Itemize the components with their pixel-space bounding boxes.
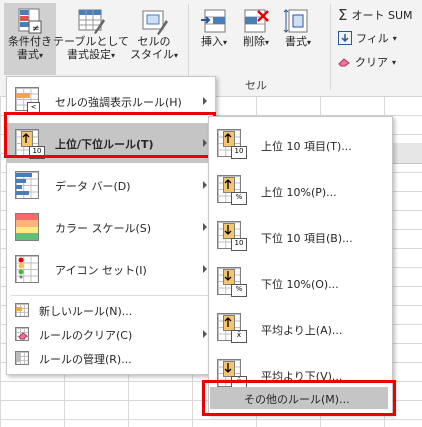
- conditional-formatting-button[interactable]: ≠ 条件付き 書式▾: [4, 3, 56, 75]
- badge-label: 10: [231, 146, 247, 159]
- color-scales-icon: [15, 213, 41, 241]
- above-average-icon: x̄: [217, 313, 247, 345]
- insert-button[interactable]: 挿入▾: [194, 3, 234, 63]
- autosum-button[interactable]: Σ オート SUM: [338, 6, 413, 24]
- svg-text:≠: ≠: [32, 24, 40, 34]
- delete-label: 削除: [242, 35, 265, 48]
- icon-sets-icon: [15, 255, 41, 283]
- top-10-items-icon: 10: [217, 129, 247, 161]
- highlight-box-top-bottom: [4, 112, 216, 158]
- top-10-percent-icon: %: [217, 175, 247, 207]
- bottom-10-percent-icon: %: [217, 267, 247, 299]
- submenu-item-label: 上位 10 項目(T)...: [261, 140, 352, 153]
- clear-button[interactable]: クリア ▾: [338, 54, 396, 70]
- group-separator: [330, 4, 331, 90]
- menu-separator: [11, 295, 211, 296]
- menu-item-label: セルの強調表示ルール(H): [55, 96, 182, 109]
- submenu-item-top-10-percent[interactable]: % 上位 10%(P)...: [209, 169, 392, 213]
- submenu-item-label: 上位 10%(P)...: [261, 186, 337, 199]
- eraser-icon: [338, 57, 351, 67]
- submenu-arrow-icon: [203, 330, 207, 338]
- cell-styles-label-2: スタイル: [129, 48, 174, 61]
- submenu-item-top-10-items[interactable]: 10 上位 10 項目(T)...: [209, 123, 392, 167]
- top-bottom-rules-submenu: 10 上位 10 項目(T)... % 上位 10%(P)... 10 下位 1…: [208, 116, 393, 414]
- submenu-item-above-average[interactable]: x̄ 平均より上(A)...: [209, 307, 392, 351]
- menu-item-label: 新しいルール(N)...: [39, 305, 133, 318]
- autosum-label: オート SUM: [351, 9, 413, 22]
- chevron-down-icon: ▾: [173, 51, 178, 60]
- menu-item-clear-rules[interactable]: ルールのクリア(C): [7, 323, 215, 345]
- badge-label: %: [231, 284, 247, 297]
- submenu-item-bottom-10-percent[interactable]: % 下位 10%(O)...: [209, 261, 392, 305]
- submenu-arrow-icon: [203, 181, 207, 189]
- chevron-down-icon: ▾: [222, 38, 227, 47]
- insert-label: 挿入: [200, 35, 223, 48]
- badge-label: %: [231, 192, 247, 205]
- bottom-10-items-icon: 10: [217, 221, 247, 253]
- conditional-formatting-label-1: 条件付き: [8, 35, 52, 48]
- chevron-down-icon: ▾: [110, 51, 115, 60]
- menu-item-icon-sets[interactable]: アイコン セット(I): [7, 249, 215, 289]
- chevron-down-icon: ▾: [392, 33, 397, 43]
- submenu-item-label: 平均より上(A)...: [261, 324, 343, 337]
- menu-item-label: アイコン セット(I): [55, 264, 147, 277]
- data-bars-icon: [15, 171, 41, 199]
- menu-item-color-scales[interactable]: カラー スケール(S): [7, 207, 215, 247]
- clear-label: クリア: [355, 56, 388, 69]
- submenu-item-label: 下位 10%(O)...: [261, 278, 339, 291]
- menu-item-label: ルールのクリア(C): [39, 329, 133, 342]
- sigma-icon: Σ: [338, 6, 348, 24]
- chevron-down-icon: ▾: [38, 51, 43, 60]
- chevron-down-icon: ▾: [392, 57, 397, 67]
- menu-item-new-rule[interactable]: 新しいルール(N)...: [7, 299, 215, 321]
- delete-button[interactable]: 削除▾: [236, 3, 276, 63]
- conditional-formatting-label-2: 書式: [16, 48, 39, 61]
- menu-item-label: ルールの管理(R)...: [39, 353, 132, 366]
- highlight-rules-icon: <: [15, 87, 41, 115]
- chevron-down-icon: ▾: [306, 38, 311, 47]
- menu-item-data-bars[interactable]: データ バー(D): [7, 165, 215, 205]
- format-button[interactable]: 書式▾: [278, 3, 318, 63]
- delete-cells-icon: [241, 7, 271, 35]
- menu-item-manage-rules[interactable]: ルールの管理(R)...: [7, 347, 215, 369]
- cells-group-label: セル: [245, 79, 267, 92]
- manage-rules-icon: [15, 351, 29, 365]
- menu-item-label: カラー スケール(S): [55, 222, 152, 235]
- menu-item-label: データ バー(D): [55, 180, 131, 193]
- submenu-item-bottom-10-items[interactable]: 10 下位 10 項目(B)...: [209, 215, 392, 259]
- format-label: 書式: [284, 35, 307, 48]
- format-as-table-icon: [76, 7, 106, 35]
- submenu-arrow-icon: [203, 265, 207, 273]
- badge-label: x̄: [231, 330, 247, 343]
- clear-rules-icon: [15, 327, 29, 341]
- new-rule-icon: [15, 303, 29, 317]
- format-cells-icon: [283, 7, 313, 35]
- insert-cells-icon: [199, 7, 229, 35]
- cell-styles-button[interactable]: セルの スタイル▾: [126, 3, 182, 75]
- chevron-down-icon: ▾: [264, 38, 269, 47]
- submenu-arrow-icon: [203, 97, 207, 105]
- conditional-formatting-icon: ≠: [15, 7, 45, 35]
- fill-button[interactable]: フィル ▾: [338, 30, 397, 46]
- format-as-table-label-2: 書式設定: [66, 48, 111, 61]
- badge-label: 10: [231, 238, 247, 251]
- cell-styles-icon: [139, 7, 169, 35]
- highlight-box-more-rules: [202, 380, 396, 416]
- submenu-arrow-icon: [203, 223, 207, 231]
- cell-styles-label-1: セルの: [137, 35, 171, 48]
- fill-down-icon: [338, 31, 352, 45]
- submenu-item-label: 下位 10 項目(B)...: [261, 232, 353, 245]
- format-as-table-button[interactable]: テーブルとして 書式設定▾: [53, 3, 129, 75]
- format-as-table-label-1: テーブルとして: [53, 35, 130, 48]
- fill-label: フィル: [356, 32, 389, 45]
